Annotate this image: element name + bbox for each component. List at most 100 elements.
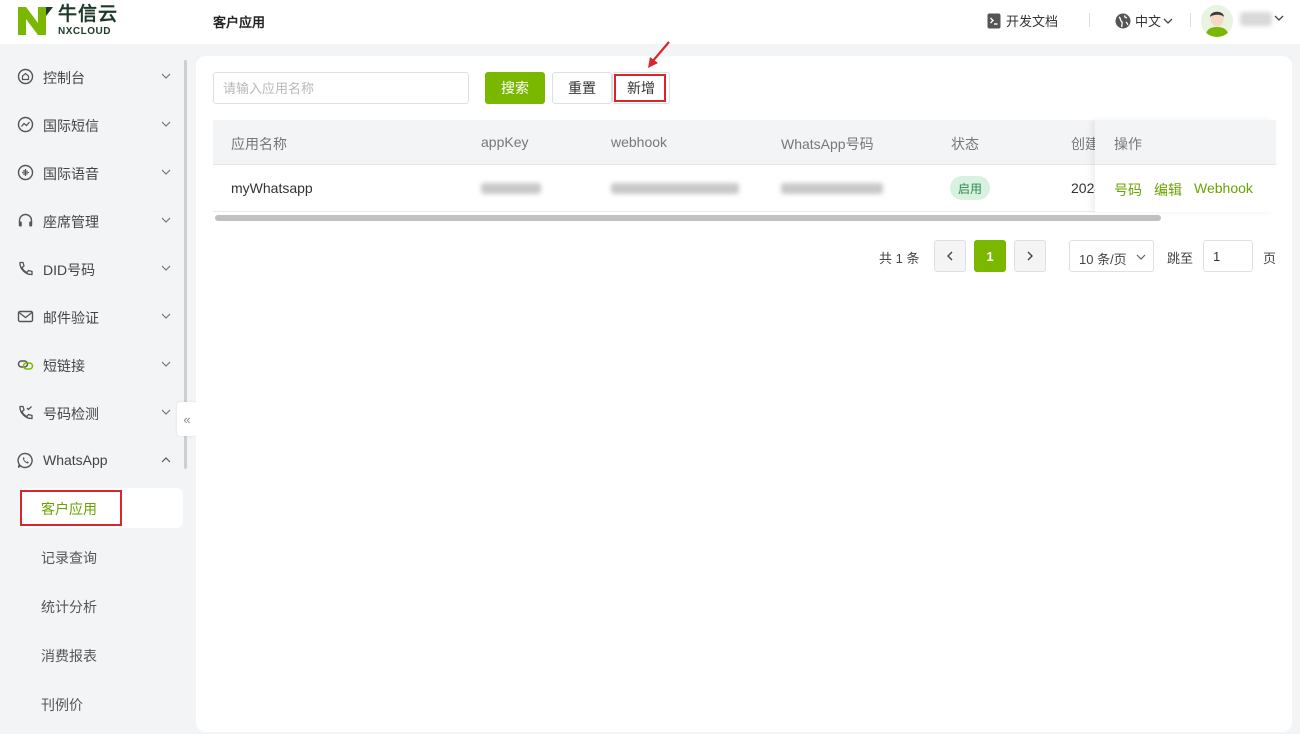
- sidebar-subitem-label: 刊例价: [41, 697, 83, 713]
- globe-icon: [1115, 13, 1131, 28]
- sidebar-item-label: DID号码: [43, 262, 96, 278]
- chevron-down-icon: [161, 361, 171, 367]
- nxcloud-logo-icon: [18, 7, 53, 35]
- sidebar-item-email-verification[interactable]: 邮件验证: [0, 296, 185, 336]
- chevron-down-icon: [161, 313, 171, 319]
- sidebar-item-label: 国际语音: [43, 166, 99, 182]
- chevron-down-icon: [161, 73, 171, 79]
- sidebar-item-label: 控制台: [43, 70, 85, 86]
- reset-button[interactable]: 重置: [552, 72, 612, 104]
- next-page-button[interactable]: [1014, 240, 1046, 272]
- chevron-down-icon: [1163, 18, 1173, 24]
- sidebar-item-intl-voice[interactable]: 国际语音: [0, 152, 185, 192]
- sidebar-item-label: 号码检测: [43, 406, 99, 422]
- link-icon: [17, 360, 34, 370]
- user-avatar-icon: [1201, 5, 1233, 37]
- table-horizontal-scrollbar[interactable]: [215, 215, 1161, 221]
- column-header-whatsapp-number: WhatsApp号码: [781, 136, 874, 152]
- numbers-link[interactable]: 号码: [1114, 180, 1142, 200]
- sidebar-item-short-link[interactable]: 短链接: [0, 344, 185, 384]
- user-name-redacted[interactable]: [1240, 12, 1272, 26]
- sidebar-subitem-price-list[interactable]: 刊例价: [20, 684, 183, 724]
- sidebar-subitem-statistics[interactable]: 统计分析: [20, 586, 183, 626]
- app-name-search-input[interactable]: [213, 72, 469, 104]
- webhook-link[interactable]: Webhook: [1194, 180, 1253, 196]
- sidebar-item-label: 座席管理: [43, 214, 99, 230]
- sidebar-item-agent-management[interactable]: 座席管理: [0, 200, 185, 240]
- cell-appkey-redacted: [481, 183, 541, 194]
- cell-webhook-redacted: [611, 183, 739, 194]
- sidebar-item-label: 国际短信: [43, 118, 99, 134]
- user-avatar[interactable]: [1201, 5, 1233, 37]
- language-switcher[interactable]: 中文: [1115, 11, 1177, 30]
- sidebar-item-did-numbers[interactable]: DID号码: [0, 248, 185, 288]
- cell-whatsapp-number-redacted: [781, 183, 883, 194]
- voice-icon: [17, 164, 34, 181]
- sidebar-subitem-label: 统计分析: [41, 599, 97, 615]
- chevron-down-icon: [161, 217, 171, 223]
- jump-to-label: 跳至: [1167, 251, 1194, 266]
- jump-page-input[interactable]: [1203, 240, 1253, 272]
- logo-text-en: NXCLOUD: [58, 26, 111, 37]
- logo-text-cn: 牛信云: [58, 4, 119, 25]
- chevron-down-icon: [1136, 254, 1146, 260]
- page-size-label: 10 条/页: [1079, 252, 1127, 267]
- dev-docs-label: 开发文档: [1006, 14, 1059, 29]
- whatsapp-icon: [17, 452, 33, 469]
- dev-docs-link[interactable]: 开发文档: [987, 11, 1058, 30]
- sidebar-subitem-record-query[interactable]: 记录查询: [20, 537, 183, 577]
- arrow-annotation-icon: [648, 41, 670, 68]
- status-badge: 启用: [950, 176, 991, 200]
- sidebar-subitem-consumption-report[interactable]: 消费报表: [20, 635, 183, 675]
- chevron-left-icon: [947, 251, 953, 261]
- chevron-down-icon: [161, 265, 171, 271]
- page-number-current[interactable]: 1: [974, 240, 1006, 272]
- sidebar-item-label: 短链接: [43, 358, 85, 374]
- nxcloud-logo[interactable]: 牛信云 NXCLOUD: [16, 4, 118, 38]
- document-icon: [987, 13, 1001, 28]
- headset-icon: [18, 213, 33, 227]
- column-header-appkey: appKey: [481, 134, 529, 150]
- phone-check-icon: [19, 405, 33, 420]
- cell-app-name: myWhatsapp: [231, 180, 313, 196]
- sidebar-subitem-label: 记录查询: [41, 550, 97, 566]
- pagination-total: 共 1 条: [879, 251, 920, 266]
- page-size-select[interactable]: 10 条/页: [1069, 240, 1154, 272]
- sidebar-subitem-label: 消费报表: [41, 648, 97, 664]
- sidebar-item-dashboard[interactable]: 控制台: [0, 56, 185, 96]
- dashboard-icon: [17, 68, 34, 85]
- top-header: 牛信云 NXCLOUD 客户应用 开发文档 中文: [0, 0, 1300, 44]
- edit-link[interactable]: 编辑: [1154, 180, 1182, 200]
- chevron-up-icon: [161, 457, 171, 463]
- page-unit-label: 页: [1263, 251, 1277, 266]
- column-header-app-name: 应用名称: [231, 136, 287, 152]
- chevron-right-icon: [1027, 251, 1033, 261]
- column-header-actions: 操作: [1114, 136, 1142, 152]
- sidebar-item-whatsapp[interactable]: WhatsApp: [0, 440, 185, 480]
- apps-table: 应用名称 appKey webhook WhatsApp号码 状态 创建 myW…: [213, 120, 1276, 213]
- highlight-box-add-button: [614, 74, 666, 102]
- highlight-box-client-apps: [20, 490, 122, 526]
- sidebar-item-intl-sms[interactable]: 国际短信: [0, 104, 185, 144]
- sms-icon: [17, 116, 34, 133]
- phone-icon: [19, 261, 33, 276]
- column-header-webhook: webhook: [611, 134, 668, 150]
- chevron-down-icon: [161, 169, 171, 175]
- header-divider: [1089, 13, 1090, 27]
- header-divider: [1190, 13, 1191, 27]
- prev-page-button[interactable]: [934, 240, 966, 272]
- chevron-down-icon: [161, 409, 171, 415]
- mail-icon: [17, 310, 34, 323]
- actions-column: 操作 号码 编辑 Webhook: [1095, 120, 1276, 212]
- chevron-down-icon: [161, 121, 171, 127]
- chevron-down-icon[interactable]: [1274, 14, 1284, 22]
- sidebar-collapse-button[interactable]: «: [177, 402, 197, 436]
- column-header-status: 状态: [951, 136, 979, 152]
- sidebar-item-number-check[interactable]: 号码检测: [0, 392, 185, 432]
- language-label: 中文: [1135, 14, 1162, 29]
- page-title: 客户应用: [213, 15, 266, 30]
- sidebar-nav: 控制台 国际短信 国际语音 座席管理 DID号码 邮件验证 短链接 号码检测 W…: [0, 52, 185, 734]
- sidebar-item-label: WhatsApp: [43, 452, 108, 468]
- sidebar-item-label: 邮件验证: [43, 310, 99, 326]
- search-button[interactable]: 搜索: [485, 72, 545, 104]
